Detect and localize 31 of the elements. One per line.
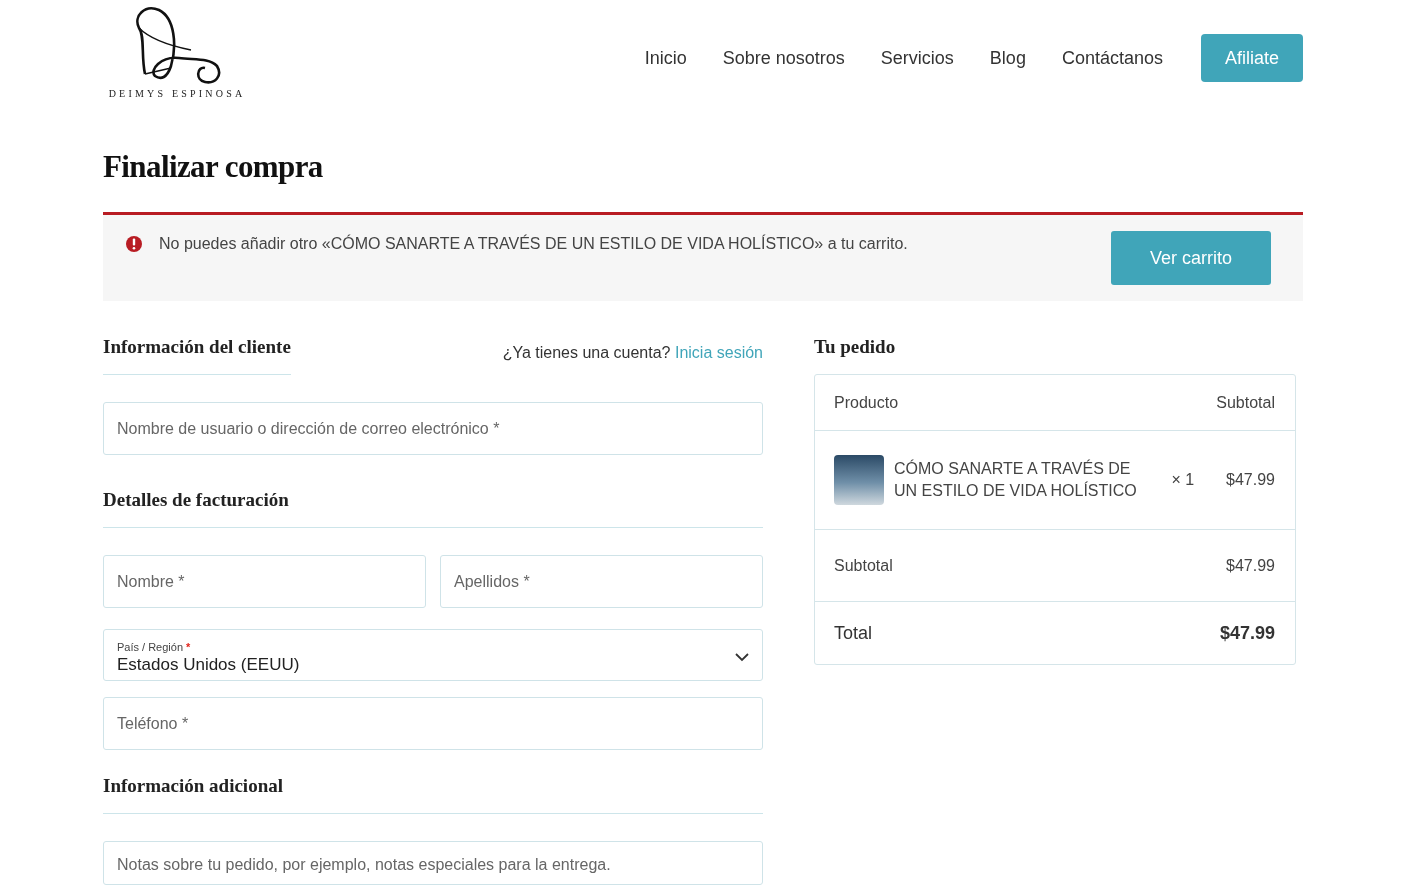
section-heading: Tu pedido [814, 336, 897, 358]
nav-link[interactable]: Inicio [644, 47, 687, 69]
chevron-down-icon [735, 653, 749, 662]
subtotal-label: Subtotal [834, 556, 893, 575]
notice-message: No puedes añadir otro «CÓMO SANARTE A TRAVÉS DE UN ESTILO DE VIDA HOLÍSTICO» a tu carrito. [159, 235, 908, 253]
subtotal-value: $47.99 [1226, 556, 1275, 575]
section-heading: Información adicional [103, 775, 763, 814]
order-notes-field[interactable]: Notas sobre tu pedido, por ejemplo, notas especiales para la entrega. [103, 841, 763, 885]
nav-link[interactable]: Sobre nosotros [722, 47, 845, 69]
column-header: Producto [834, 393, 899, 412]
nav-link[interactable]: Servicios [880, 47, 954, 69]
page-title: Finalizar compra [103, 148, 324, 186]
email-field[interactable]: Nombre de usuario o dirección de correo electrónico * [103, 402, 763, 455]
total-value: $47.99 [1219, 622, 1275, 644]
logo-text: DEIMYS ESPINOSA [108, 88, 246, 99]
product-price: $47.99 [1226, 471, 1275, 489]
login-prompt: ¿Ya tienes una cuenta? Inicia sesión [502, 344, 763, 362]
exclamation-icon [125, 235, 143, 253]
total-label: Total [834, 622, 873, 644]
product-quantity: × 1 [1171, 471, 1195, 489]
section-heading: Información del cliente [103, 336, 291, 375]
product-name: CÓMO SANARTE A TRAVÉS DE UN ESTILO DE VIDA HOLÍSTICO [894, 458, 1138, 501]
last-name-field[interactable]: Apellidos * [440, 555, 763, 608]
nav-link[interactable]: Contáctanos [1061, 47, 1163, 69]
phone-field[interactable]: Teléfono * [103, 697, 763, 750]
first-name-field[interactable]: Nombre * [103, 555, 426, 608]
photo-placeholder [834, 455, 884, 505]
column-header: Subtotal [1216, 393, 1275, 412]
nav-link[interactable]: Blog [989, 47, 1026, 69]
section-heading: Detalles de facturación [103, 489, 763, 528]
country-select[interactable]: País / Región * Estados Unidos (EEUU) [103, 629, 763, 681]
